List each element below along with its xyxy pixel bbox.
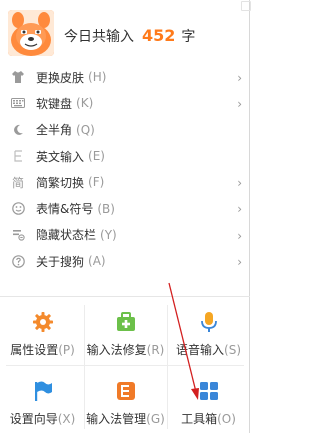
chevron-right-icon: › [237,202,242,217]
grid-item-shortcut: (G) [146,412,165,426]
menu-item-change-skin[interactable]: 更换皮肤 (H) › [0,64,250,90]
chevron-right-icon: › [237,71,242,85]
greeting-text: 今日共输入 [64,29,134,45]
toolbox-grid-icon [199,382,218,400]
repair-kit-icon [116,312,135,331]
grid-item-label: 设置向导 [9,412,58,426]
grid-item-toolbox[interactable]: 工具箱(O) [167,366,250,434]
grid-item-label: 属性设置 [10,343,59,357]
chevron-right-icon: › [237,255,242,270]
grid-item-label: 语音输入 [176,343,225,357]
grid-item-text: 设置向导(X) [10,410,76,427]
gear-icon [32,312,53,332]
grid-item-text: 工具箱(O) [181,410,236,427]
menu-item-shortcut: (A) [88,254,106,269]
moon-icon [10,122,26,138]
daily-input-count: 今日共输入 452 字 [64,26,195,46]
menu-item-soft-keyboard[interactable]: 软键盘 (K) › [0,90,250,116]
menu-item-label: 软键盘 [36,96,73,111]
menu-item-shortcut: (B) [97,201,115,216]
menu-item-label: 英文输入 [36,149,85,164]
menu-header: 今日共输入 452 字 [0,0,250,64]
sogou-mascot-avatar[interactable] [8,10,54,56]
grid-item-setup-wizard[interactable]: 设置向导(X) [1,366,84,434]
english-e-icon [10,148,26,164]
menu-item-label: 隐藏状态栏 [36,228,97,243]
shirt-icon [10,69,26,85]
menu-item-shortcut: (H) [88,70,107,85]
menu-item-full-half-width[interactable]: 全半角 (Q) [0,117,250,143]
grid-item-voice-input[interactable]: 语音输入(S) [167,297,250,365]
grid-item-label: 工具箱 [181,412,218,426]
smiley-icon [10,201,26,217]
chevron-right-icon: › [237,97,242,112]
menu-item-label: 表情&符号 [36,202,94,217]
menu-item-about-sogou[interactable]: 关于搜狗 (A) › [0,248,250,274]
grid-item-shortcut: (X) [57,412,76,426]
menu-item-shortcut: (Q) [76,122,95,137]
statusbar-icon [10,227,26,243]
grid-item-ime-manager[interactable]: 输入法管理(G) [84,366,167,434]
menu-item-label: 全半角 [36,123,73,138]
input-count-unit: 字 [181,29,196,45]
grid-item-text: 输入法修复(R) [87,341,165,358]
menu-list: 更换皮肤 (H) › 软键盘 (K) › 全半角 (Q) 英文输入 (E) 简 … [0,64,250,274]
manager-icon [116,382,135,400]
input-method-menu-panel: 今日共输入 452 字 更换皮肤 (H) › 软键盘 (K) › 全半角 (Q)… [0,0,251,434]
flag-icon [34,381,52,401]
menu-item-english-input[interactable]: 英文输入 (E) [0,143,250,169]
menu-item-simplified-traditional[interactable]: 简 简繁切换 (F) › [0,169,250,195]
menu-item-label: 更换皮肤 [36,70,85,85]
grid-item-text: 语音输入(S) [176,341,241,358]
grid-item-shortcut: (S) [224,343,241,357]
keyboard-icon [10,95,26,111]
grid-item-label: 输入法修复 [86,343,147,357]
grid-item-shortcut: (P) [58,343,75,357]
simplified-traditional-icon: 简 [11,175,24,190]
menu-item-label: 简繁切换 [36,175,85,190]
quick-tools-grid: 属性设置(P) 输入法修复(R) 语音输入(S) 设置向导(X) 输入法管理(G… [0,296,250,434]
menu-item-emoji-symbols[interactable]: 表情&符号 (B) › [0,195,250,221]
menu-item-hide-statusbar[interactable]: 隐藏状态栏 (Y) › [0,222,250,248]
microphone-icon [200,312,217,332]
chevron-right-icon: › [237,176,242,191]
menu-item-shortcut: (K) [76,96,94,111]
chevron-right-icon: › [237,228,242,243]
grid-item-shortcut: (O) [217,412,236,426]
grid-item-text: 属性设置(P) [10,341,75,358]
menu-item-shortcut: (F) [88,175,105,190]
menu-item-shortcut: (Y) [100,227,117,242]
grid-item-properties[interactable]: 属性设置(P) [1,297,84,365]
grid-item-label: 输入法管理 [86,412,147,426]
menu-item-shortcut: (E) [88,149,105,164]
grid-item-shortcut: (R) [146,343,165,357]
grid-item-repair[interactable]: 输入法修复(R) [84,297,167,365]
menu-item-label: 关于搜狗 [36,254,85,269]
grid-item-text: 输入法管理(G) [86,410,165,427]
input-count-value: 452 [142,26,176,45]
help-icon [10,253,26,269]
